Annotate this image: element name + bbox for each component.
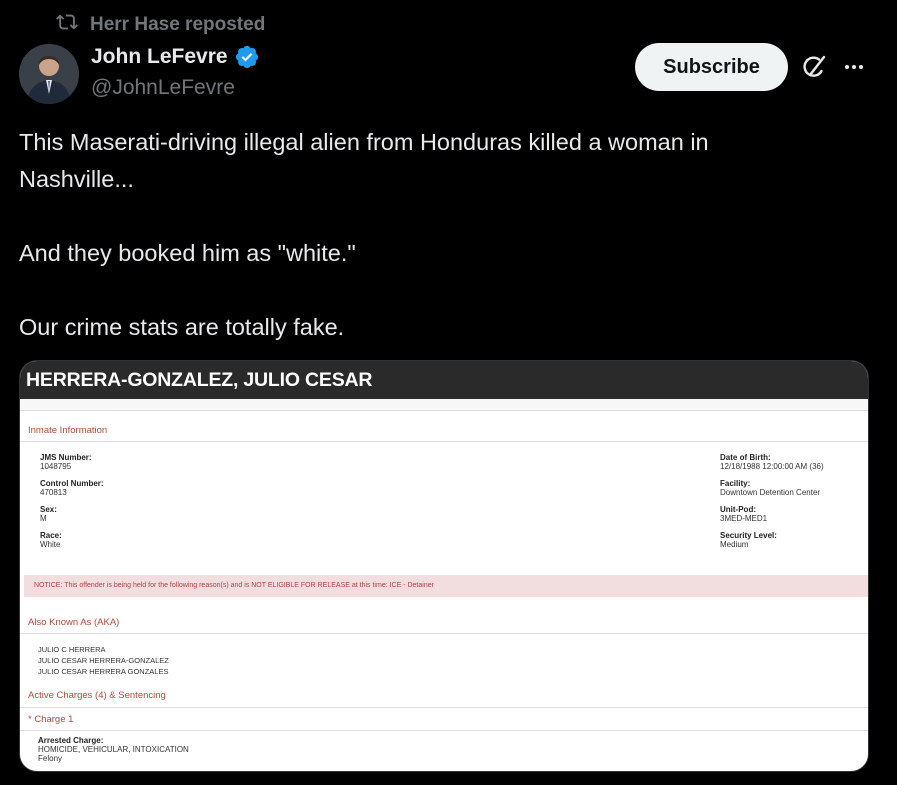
avatar[interactable] — [19, 44, 79, 104]
facility-value: Downtown Detention Center — [720, 488, 821, 497]
release-notice: NOTICE: This offender is being held for … — [24, 575, 868, 597]
dob-value: 12/18/1988 12:00:00 AM (36) — [720, 462, 824, 471]
inmate-left-column: JMS Number: 1048795 Control Number: 4708… — [40, 453, 104, 557]
aka-heading: Also Known As (AKA) — [28, 617, 120, 628]
more-options-icon[interactable] — [840, 56, 868, 78]
tweet-line: Our crime stats are totally fake. — [19, 314, 345, 340]
tweet-line: This Maserati-driving illegal alien from… — [19, 129, 709, 155]
repost-indicator[interactable]: Herr Hase reposted — [56, 12, 265, 38]
unit-value: 3MED-MED1 — [720, 514, 768, 523]
security-value: Medium — [720, 540, 749, 549]
verified-badge-icon — [234, 44, 260, 70]
aka-list: JULIO C HERRERA JULIO CESAR HERRERA-GONZ… — [38, 644, 169, 677]
race-label: Race: — [40, 531, 62, 540]
sex-value: M — [40, 514, 47, 523]
charges-heading: Active Charges (4) & Sentencing — [28, 690, 166, 701]
control-value: 470813 — [40, 488, 67, 497]
avatar-image — [19, 44, 79, 104]
jms-value: 1048795 — [40, 462, 72, 471]
author-handle[interactable]: @JohnLeFevre — [91, 76, 235, 100]
aka-item: JULIO CESAR HERRERA GONZALES — [38, 667, 169, 676]
tweet-media-image[interactable]: HERRERA-GONZALEZ, JULIO CESAR Inmate Inf… — [19, 360, 869, 772]
author-name[interactable]: John LeFevre — [91, 45, 228, 69]
grok-icon[interactable] — [800, 53, 828, 81]
aka-item: JULIO CESAR HERRERA-GONZALEZ — [38, 656, 169, 665]
inmate-name-header: HERRERA-GONZALEZ, JULIO CESAR — [20, 361, 868, 399]
repost-label: Herr Hase reposted — [90, 14, 266, 35]
control-label: Control Number: — [40, 479, 104, 488]
sex-label: Sex: — [40, 505, 57, 514]
security-label: Security Level: — [720, 531, 777, 540]
repost-icon — [56, 11, 78, 39]
aka-item: JULIO C HERRERA — [38, 645, 106, 654]
inmate-right-column: Date of Birth: 12/18/1988 12:00:00 AM (3… — [720, 453, 824, 557]
tweet-line: And they booked him as "white." — [19, 240, 356, 266]
arrested-charge-label: Arrested Charge: — [38, 736, 104, 745]
charge-class: Felony — [38, 754, 63, 763]
tweet-text: This Maserati-driving illegal alien from… — [19, 124, 869, 346]
arrested-charge-value: HOMICIDE, VEHICULAR, INTOXICATION — [38, 745, 189, 754]
race-value: White — [40, 540, 61, 549]
charge-1-heading: * Charge 1 — [28, 714, 74, 725]
unit-label: Unit-Pod: — [720, 505, 756, 514]
dob-label: Date of Birth: — [720, 453, 771, 462]
inmate-info-heading: Inmate Information — [28, 425, 108, 436]
charge-details: Arrested Charge: HOMICIDE, VEHICULAR, IN… — [38, 736, 189, 771]
jms-label: JMS Number: — [40, 453, 92, 462]
subscribe-button[interactable]: Subscribe — [635, 43, 788, 91]
tweet-line: Nashville... — [19, 166, 134, 192]
facility-label: Facility: — [720, 479, 751, 488]
